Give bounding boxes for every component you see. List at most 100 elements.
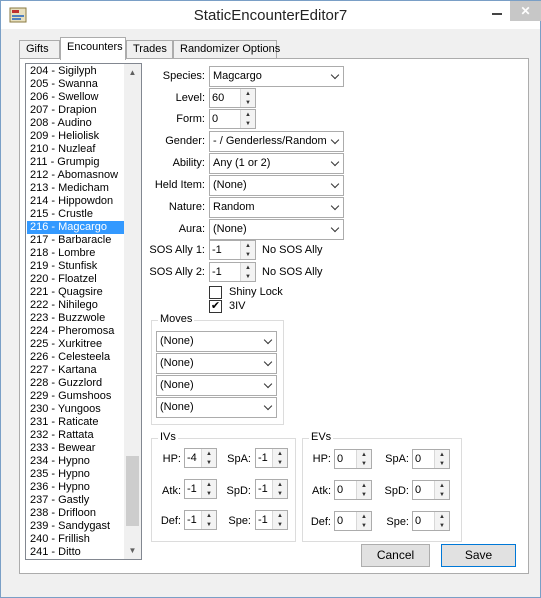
spin-down-icon[interactable]: ▼ <box>435 490 449 499</box>
spin-down-icon[interactable]: ▼ <box>202 458 216 467</box>
list-scrollbar[interactable]: ▲ ▼ <box>124 64 141 559</box>
shiny-lock-checkbox[interactable] <box>209 286 222 299</box>
ev-spd-label: SpD: <box>384 485 409 497</box>
ev-atk-label: Atk: <box>312 485 331 497</box>
list-item[interactable]: 224 - Pheromosa <box>27 325 124 338</box>
list-item[interactable]: 218 - Lombre <box>27 247 124 260</box>
list-item[interactable]: 226 - Celesteela <box>27 351 124 364</box>
list-item[interactable]: 236 - Hypno <box>27 481 124 494</box>
list-item[interactable]: 230 - Yungoos <box>27 403 124 416</box>
spin-down-icon[interactable]: ▼ <box>357 521 371 530</box>
list-item[interactable]: 222 - Nihilego <box>27 299 124 312</box>
list-item[interactable]: 209 - Heliolisk <box>27 130 124 143</box>
list-item[interactable]: 227 - Kartana <box>27 364 124 377</box>
sos-ally-2-stepper[interactable]: -1 ▲ ▼ <box>209 262 256 282</box>
list-item[interactable]: 216 - Magcargo <box>27 221 124 234</box>
iv-def-stepper[interactable]: -1 ▲ ▼ <box>184 510 217 530</box>
spin-down-icon[interactable]: ▼ <box>357 490 371 499</box>
spin-down-icon[interactable]: ▼ <box>273 489 287 498</box>
species-select[interactable]: Magcargo <box>209 66 344 87</box>
aura-select[interactable]: (None) <box>209 219 344 240</box>
ev-spd-value: 0 <box>415 484 422 496</box>
ev-hp-stepper[interactable]: 0 ▲ ▼ <box>334 449 372 469</box>
tab-trades[interactable]: Trades <box>126 40 173 59</box>
list-item[interactable]: 231 - Raticate <box>27 416 124 429</box>
list-item[interactable]: 235 - Hypno <box>27 468 124 481</box>
spin-down-icon[interactable]: ▼ <box>273 458 287 467</box>
list-item[interactable]: 210 - Nuzleaf <box>27 143 124 156</box>
list-item[interactable]: 208 - Audino <box>27 117 124 130</box>
ev-spe-value: 0 <box>415 515 422 527</box>
tab-randomizer-options[interactable]: Randomizer Options <box>173 40 280 59</box>
scroll-up-icon[interactable]: ▲ <box>124 64 141 81</box>
spin-down-icon[interactable]: ▼ <box>202 489 216 498</box>
list-item[interactable]: 225 - Xurkitree <box>27 338 124 351</box>
list-item[interactable]: 233 - Bewear <box>27 442 124 455</box>
move-3-select[interactable]: (None) <box>156 375 277 396</box>
helditem-select[interactable]: (None) <box>209 175 344 196</box>
title-bar[interactable]: StaticEncounterEditor7 ✕ <box>1 1 541 29</box>
list-item[interactable]: 220 - Floatzel <box>27 273 124 286</box>
list-item[interactable]: 211 - Grumpig <box>27 156 124 169</box>
chevron-down-icon <box>259 354 276 373</box>
spin-down-icon[interactable]: ▼ <box>357 459 371 468</box>
form-stepper[interactable]: 0 ▲ ▼ <box>209 109 256 129</box>
spin-down-icon[interactable]: ▼ <box>202 520 216 529</box>
nature-select[interactable]: Random <box>209 197 344 218</box>
list-item[interactable]: 237 - Gastly <box>27 494 124 507</box>
iv-spe-stepper[interactable]: -1 ▲ ▼ <box>255 510 288 530</box>
list-item[interactable]: 229 - Gumshoos <box>27 390 124 403</box>
ev-spa-stepper[interactable]: 0 ▲ ▼ <box>412 449 450 469</box>
list-item[interactable]: 228 - Guzzlord <box>27 377 124 390</box>
list-item[interactable]: 206 - Swellow <box>27 91 124 104</box>
list-item[interactable]: 215 - Crustle <box>27 208 124 221</box>
move-1-select[interactable]: (None) <box>156 331 277 352</box>
iv-hp-stepper[interactable]: -4 ▲ ▼ <box>184 448 217 468</box>
move-2-select[interactable]: (None) <box>156 353 277 374</box>
list-item[interactable]: 241 - Ditto <box>27 546 124 559</box>
gender-select[interactable]: - / Genderless/Random <box>209 131 344 152</box>
list-item[interactable]: 239 - Sandygast <box>27 520 124 533</box>
list-item[interactable]: 232 - Rattata <box>27 429 124 442</box>
scroll-down-icon[interactable]: ▼ <box>124 542 141 559</box>
ev-spd-stepper[interactable]: 0 ▲ ▼ <box>412 480 450 500</box>
encounter-list[interactable]: 204 - Sigilyph 205 - Swanna 206 - Swellow 2… <box>25 63 142 560</box>
list-item[interactable]: 219 - Stunfisk <box>27 260 124 273</box>
close-icon: ✕ <box>520 4 531 18</box>
list-item[interactable]: 214 - Hippowdon <box>27 195 124 208</box>
ev-spe-stepper[interactable]: 0 ▲ ▼ <box>412 511 450 531</box>
spin-down-icon[interactable]: ▼ <box>241 272 255 281</box>
list-item[interactable]: 217 - Barbaracle <box>27 234 124 247</box>
spin-down-icon[interactable]: ▼ <box>241 119 255 128</box>
list-item[interactable]: 204 - Sigilyph <box>27 65 124 78</box>
save-button[interactable]: Save <box>441 544 516 567</box>
list-item[interactable]: 238 - Drifloon <box>27 507 124 520</box>
spin-down-icon[interactable]: ▼ <box>435 459 449 468</box>
minimize-button[interactable] <box>483 1 510 21</box>
list-item[interactable]: 212 - Abomasnow <box>27 169 124 182</box>
list-item[interactable]: 240 - Frillish <box>27 533 124 546</box>
tab-gifts[interactable]: Gifts <box>19 40 60 59</box>
iv-atk-stepper[interactable]: -1 ▲ ▼ <box>184 479 217 499</box>
list-item[interactable]: 221 - Quagsire <box>27 286 124 299</box>
list-item[interactable]: 213 - Medicham <box>27 182 124 195</box>
spin-down-icon[interactable]: ▼ <box>435 521 449 530</box>
ev-def-stepper[interactable]: 0 ▲ ▼ <box>334 511 372 531</box>
scroll-thumb[interactable] <box>126 456 139 526</box>
helditem-value: (None) <box>213 179 247 191</box>
iv-spa-stepper[interactable]: -1 ▲ ▼ <box>255 448 288 468</box>
list-item[interactable]: 205 - Swanna <box>27 78 124 91</box>
3iv-checkbox[interactable]: ✔ <box>209 300 222 313</box>
tab-encounters[interactable]: Encounters <box>60 37 126 60</box>
list-item[interactable]: 234 - Hypno <box>27 455 124 468</box>
cancel-button[interactable]: Cancel <box>361 544 430 567</box>
spin-down-icon[interactable]: ▼ <box>273 520 287 529</box>
ability-select[interactable]: Any (1 or 2) <box>209 153 344 174</box>
list-item[interactable]: 207 - Drapion <box>27 104 124 117</box>
move-4-select[interactable]: (None) <box>156 397 277 418</box>
iv-spd-stepper[interactable]: -1 ▲ ▼ <box>255 479 288 499</box>
ev-atk-stepper[interactable]: 0 ▲ ▼ <box>334 480 372 500</box>
close-button[interactable]: ✕ <box>510 1 541 21</box>
sos-ally-1-stepper[interactable]: -1 ▲ ▼ <box>209 240 256 260</box>
list-item[interactable]: 223 - Buzzwole <box>27 312 124 325</box>
